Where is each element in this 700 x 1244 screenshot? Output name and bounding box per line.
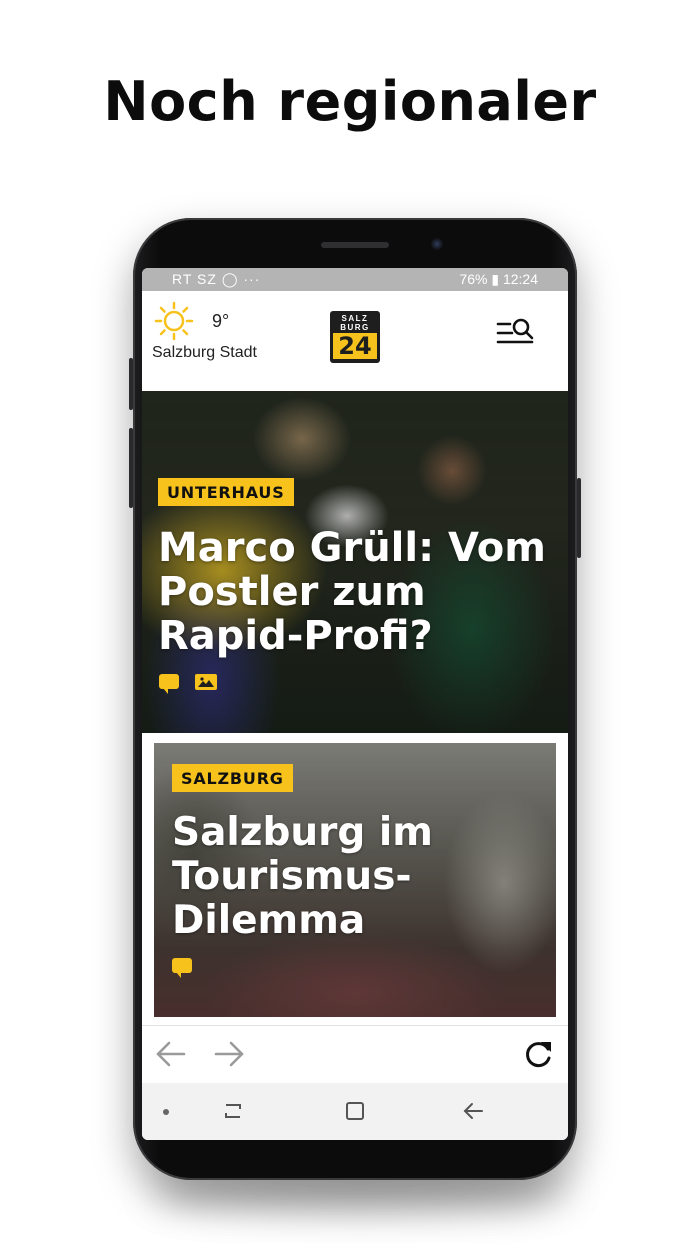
article-card[interactable]: SALZBURG Salzburg im Tourismus- Dilemma xyxy=(154,743,556,1017)
status-bar: RT SZ ◯ ··· 76% ▮ 12:24 xyxy=(142,268,568,291)
salzburg24-logo[interactable]: SALZ BURG 24 xyxy=(330,311,380,363)
bixby-button xyxy=(129,428,133,508)
sun-icon xyxy=(154,301,194,341)
status-right: 76% ▮ 12:24 xyxy=(459,268,538,291)
article-title[interactable]: Salzburg im Tourismus- Dilemma xyxy=(172,811,433,943)
article-title-line: Rapid-Profi? xyxy=(158,613,433,659)
home-icon[interactable] xyxy=(344,1101,366,1121)
comment-icon xyxy=(159,674,179,694)
comment-icon xyxy=(172,958,192,978)
status-time: 12:24 xyxy=(502,271,538,287)
reload-icon[interactable] xyxy=(522,1039,554,1069)
location-name[interactable]: Salzburg Stadt xyxy=(152,344,257,362)
android-nav-bar xyxy=(142,1083,568,1140)
article-card-featured[interactable]: UNTERHAUS Marco Grüll: Vom Postler zum R… xyxy=(142,391,568,733)
logo-number: 24 xyxy=(333,333,377,359)
article-title-line: Postler zum xyxy=(158,569,426,615)
battery-icon: ▮ xyxy=(491,271,500,287)
status-left-icons: RT SZ ◯ ··· xyxy=(172,271,261,287)
phone-frame: RT SZ ◯ ··· 76% ▮ 12:24 9° Salzburg Stad… xyxy=(129,218,581,1180)
logo-wordmark: SALZ BURG xyxy=(340,314,370,332)
article-title-line: Tourismus- xyxy=(172,854,412,899)
arrow-left-icon[interactable] xyxy=(154,1039,188,1069)
back-icon[interactable] xyxy=(462,1101,484,1121)
earpiece-speaker xyxy=(321,242,389,248)
article-title-line: Salzburg im xyxy=(172,810,433,855)
article-title-line: Marco Grüll: Vom xyxy=(158,525,546,571)
gallery-icon xyxy=(195,674,217,690)
dot-icon xyxy=(163,1109,169,1115)
battery-level: 76% xyxy=(459,271,488,287)
article-title[interactable]: Marco Grüll: Vom Postler zum Rapid-Profi… xyxy=(158,526,546,658)
front-camera xyxy=(431,238,443,250)
menu-search-icon[interactable] xyxy=(496,315,538,349)
article-title-line: Dilemma xyxy=(172,898,366,943)
volume-button xyxy=(129,358,133,410)
article-tag[interactable]: UNTERHAUS xyxy=(158,478,294,506)
app-header: 9° Salzburg Stadt SALZ BURG 24 xyxy=(142,291,568,391)
arrow-right-icon[interactable] xyxy=(212,1039,246,1069)
browser-nav-bar xyxy=(142,1025,568,1084)
promo-headline: Noch regionaler xyxy=(103,70,597,133)
article-tag[interactable]: SALZBURG xyxy=(172,764,293,792)
power-button xyxy=(577,478,581,558)
temperature: 9° xyxy=(212,311,230,331)
recent-apps-icon[interactable] xyxy=(222,1101,244,1121)
phone-screen: RT SZ ◯ ··· 76% ▮ 12:24 9° Salzburg Stad… xyxy=(142,268,568,1140)
